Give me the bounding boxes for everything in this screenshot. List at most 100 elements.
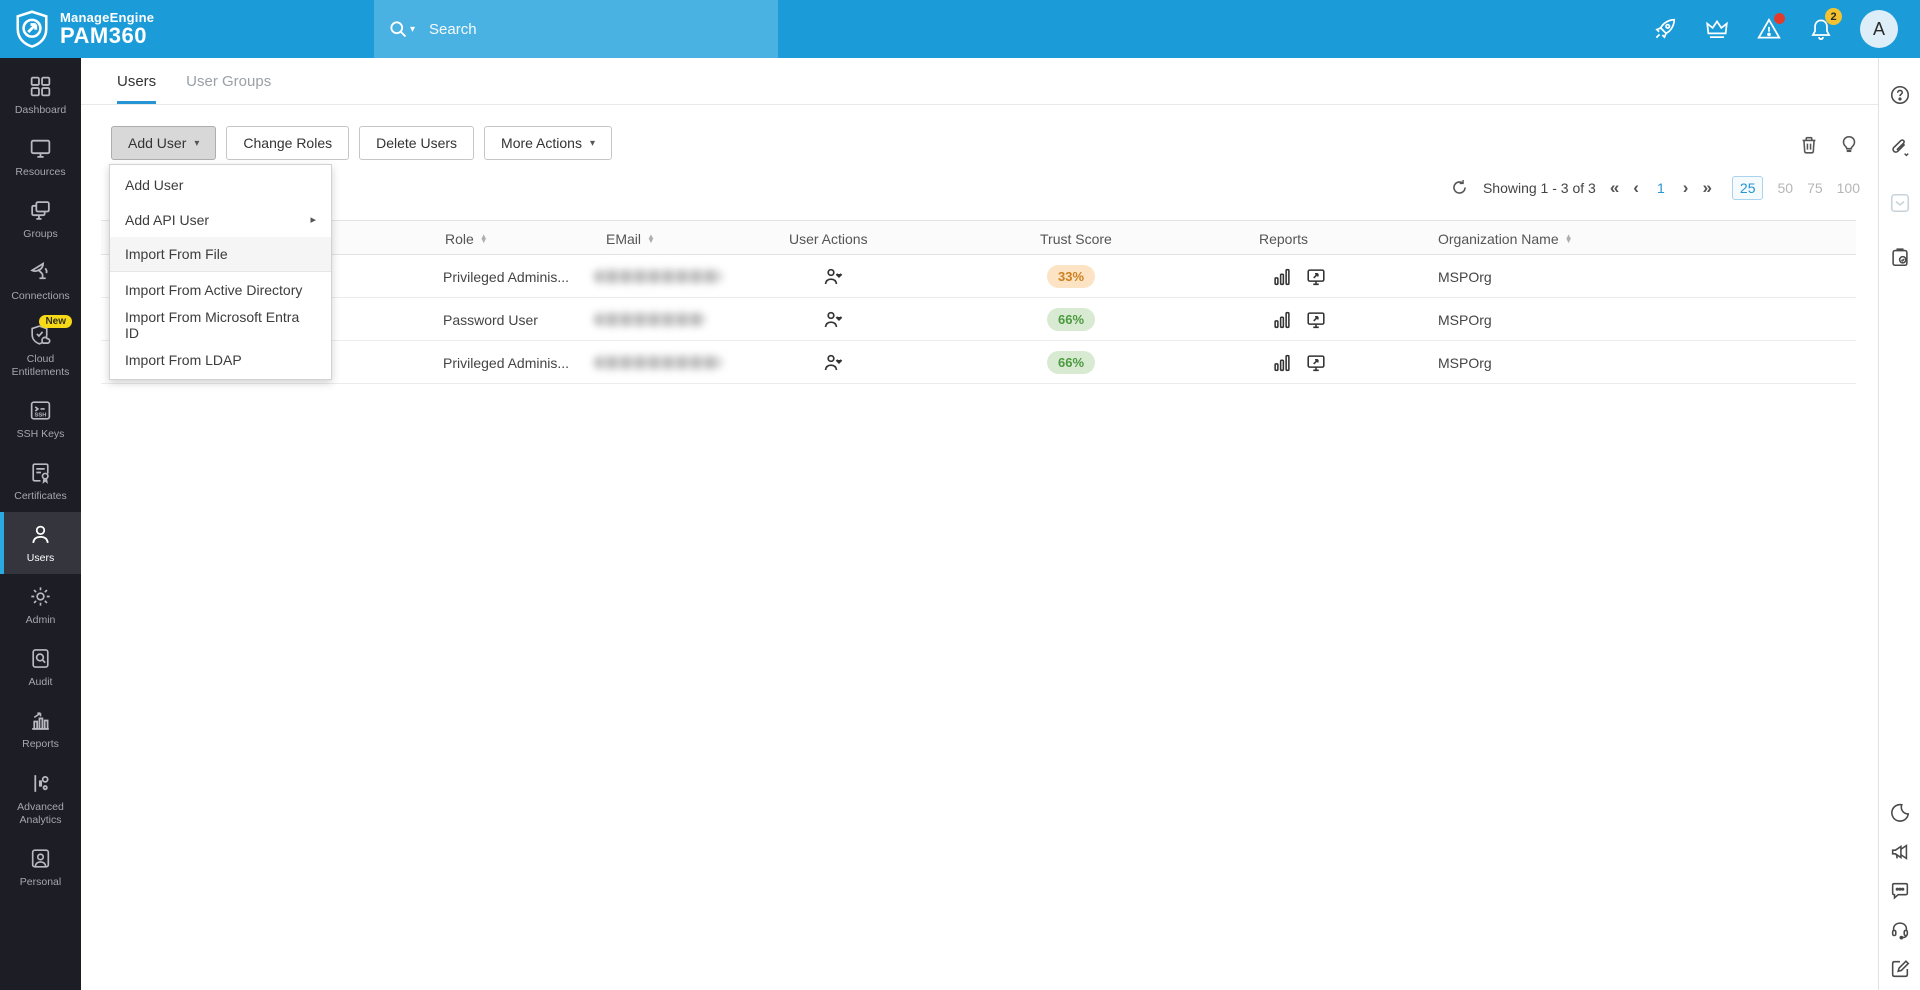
access-report-screen-icon[interactable] xyxy=(1305,266,1327,288)
page-size-50[interactable]: 50 xyxy=(1777,180,1793,196)
help-icon[interactable] xyxy=(1889,84,1911,106)
groups-icon xyxy=(28,198,53,223)
sidebar-item-groups[interactable]: Groups xyxy=(0,188,81,250)
showing-count-label: Showing 1 - 3 of 3 xyxy=(1483,180,1596,196)
tab-users[interactable]: Users xyxy=(117,73,156,104)
tasks-clipboard-icon[interactable] xyxy=(1889,246,1911,268)
search-input[interactable] xyxy=(429,21,709,38)
sidebar-item-users[interactable]: Users xyxy=(0,512,81,574)
users-icon xyxy=(28,522,53,547)
column-header-user-actions: User Actions xyxy=(789,221,868,256)
user-actions-menu-icon[interactable] xyxy=(821,265,845,289)
certificates-icon xyxy=(28,460,53,485)
sidebar-item-admin[interactable]: Admin xyxy=(0,574,81,636)
role-cell: Password User xyxy=(443,298,538,341)
sort-icon[interactable]: ▲▼ xyxy=(647,235,655,243)
refresh-icon[interactable] xyxy=(1450,178,1469,197)
menu-item-add-api-user[interactable]: Add API User ▸ xyxy=(110,202,331,237)
mail-icon[interactable] xyxy=(1889,192,1911,214)
dashboard-icon xyxy=(28,74,53,99)
tabs-bar: Users User Groups xyxy=(81,58,1878,105)
sidebar-item-personal[interactable]: Personal xyxy=(0,836,81,898)
menu-item-import-from-file[interactable]: Import From File xyxy=(110,237,331,272)
chevron-down-icon: ▾ xyxy=(590,138,595,149)
alerts-warning-icon[interactable] xyxy=(1756,16,1782,42)
change-roles-button[interactable]: Change Roles xyxy=(226,126,349,160)
tab-user-groups[interactable]: User Groups xyxy=(186,73,271,104)
user-report-chart-icon[interactable] xyxy=(1271,352,1293,374)
table-row[interactable]: Password User 66% xyxy=(101,298,1856,341)
sidebar-item-certificates[interactable]: Certificates xyxy=(0,450,81,512)
ssh-keys-icon: SSH xyxy=(28,398,53,423)
sidebar-item-connections[interactable]: Connections xyxy=(0,250,81,312)
column-header-organization-name[interactable]: Organization Name ▲▼ xyxy=(1438,221,1573,256)
page-size-75[interactable]: 75 xyxy=(1807,180,1823,196)
access-report-screen-icon[interactable] xyxy=(1305,309,1327,331)
menu-item-import-from-microsoft-entra-id[interactable]: Import From Microsoft Entra ID xyxy=(110,307,331,342)
email-cell-blurred xyxy=(594,255,722,298)
first-page-icon[interactable]: « xyxy=(1610,179,1619,196)
next-page-icon[interactable]: › xyxy=(1683,179,1689,196)
brand-logo[interactable]: ManageEngine PAM360 xyxy=(0,9,374,49)
user-report-chart-icon[interactable] xyxy=(1271,266,1293,288)
user-avatar[interactable]: A xyxy=(1860,10,1898,48)
whats-new-rocket-icon[interactable] xyxy=(1652,16,1678,42)
column-header-email[interactable]: EMail ▲▼ xyxy=(606,221,655,256)
sidebar-item-cloud-entitlements[interactable]: New Cloud Entitlements xyxy=(0,313,81,388)
global-search[interactable]: ▾ xyxy=(374,0,778,58)
admin-icon xyxy=(28,584,53,609)
feedback-compose-icon[interactable] xyxy=(1889,958,1911,980)
user-report-chart-icon[interactable] xyxy=(1271,309,1293,331)
menu-item-import-from-ldap[interactable]: Import From LDAP xyxy=(110,342,331,377)
trust-score-badge: 66% xyxy=(1047,351,1095,374)
lightbulb-icon[interactable] xyxy=(1838,134,1860,156)
current-page-number[interactable]: 1 xyxy=(1653,180,1669,196)
menu-item-import-from-active-directory[interactable]: Import From Active Directory xyxy=(110,272,331,307)
sort-icon[interactable]: ▲▼ xyxy=(1565,235,1573,243)
right-utility-rail xyxy=(1878,58,1920,990)
license-crown-icon[interactable] xyxy=(1704,16,1730,42)
more-actions-button[interactable]: More Actions ▾ xyxy=(484,126,612,160)
email-cell-blurred xyxy=(594,341,722,384)
delete-users-button[interactable]: Delete Users xyxy=(359,126,474,160)
svg-text:SSH: SSH xyxy=(35,412,47,418)
sidebar-item-audit[interactable]: Audit xyxy=(0,636,81,698)
announcements-megaphone-icon[interactable] xyxy=(1889,841,1911,863)
sidebar-item-advanced-analytics[interactable]: Advanced Analytics xyxy=(0,761,81,836)
support-headset-icon[interactable] xyxy=(1889,919,1911,941)
page-size-25[interactable]: 25 xyxy=(1732,176,1764,200)
left-sidebar: Dashboard Resources Groups Connections N… xyxy=(0,58,81,990)
sidebar-item-ssh-keys[interactable]: SSH SSH Keys xyxy=(0,388,81,450)
trust-score-cell: 66% xyxy=(1047,298,1095,341)
audit-icon xyxy=(28,646,53,671)
notifications-bell-icon[interactable]: 2 xyxy=(1808,16,1834,42)
last-page-icon[interactable]: » xyxy=(1702,179,1711,196)
previous-page-icon[interactable]: ‹ xyxy=(1633,179,1639,196)
trash-icon[interactable] xyxy=(1798,134,1820,156)
trust-score-badge: 66% xyxy=(1047,308,1095,331)
trust-score-cell: 66% xyxy=(1047,341,1095,384)
attachment-paperclip-icon[interactable] xyxy=(1889,138,1911,160)
reports-cell xyxy=(1271,298,1339,341)
organization-cell: MSPOrg xyxy=(1438,298,1492,341)
user-actions-menu-icon[interactable] xyxy=(821,351,845,375)
search-icon xyxy=(388,19,408,39)
dark-mode-moon-icon[interactable] xyxy=(1889,802,1911,824)
menu-item-add-user[interactable]: Add User xyxy=(110,167,331,202)
chat-icon[interactable] xyxy=(1889,880,1911,902)
pam360-app: ManageEngine PAM360 ▾ xyxy=(0,0,1920,990)
user-actions-cell xyxy=(821,255,845,298)
table-row[interactable]: Privileged Adminis... 66% xyxy=(101,341,1856,384)
add-user-button[interactable]: Add User ▾ xyxy=(111,126,216,160)
sidebar-item-reports[interactable]: Reports xyxy=(0,698,81,760)
access-report-screen-icon[interactable] xyxy=(1305,352,1327,374)
column-header-role[interactable]: Role ▲▼ xyxy=(445,221,488,256)
user-actions-menu-icon[interactable] xyxy=(821,308,845,332)
top-header: ManageEngine PAM360 ▾ xyxy=(0,0,1920,58)
sidebar-item-resources[interactable]: Resources xyxy=(0,126,81,188)
table-row[interactable]: Privileged Adminis... 33% xyxy=(101,255,1856,298)
search-scope-caret-icon[interactable]: ▾ xyxy=(410,24,415,35)
page-size-100[interactable]: 100 xyxy=(1837,180,1860,196)
sidebar-item-dashboard[interactable]: Dashboard xyxy=(0,64,81,126)
sort-icon[interactable]: ▲▼ xyxy=(480,235,488,243)
